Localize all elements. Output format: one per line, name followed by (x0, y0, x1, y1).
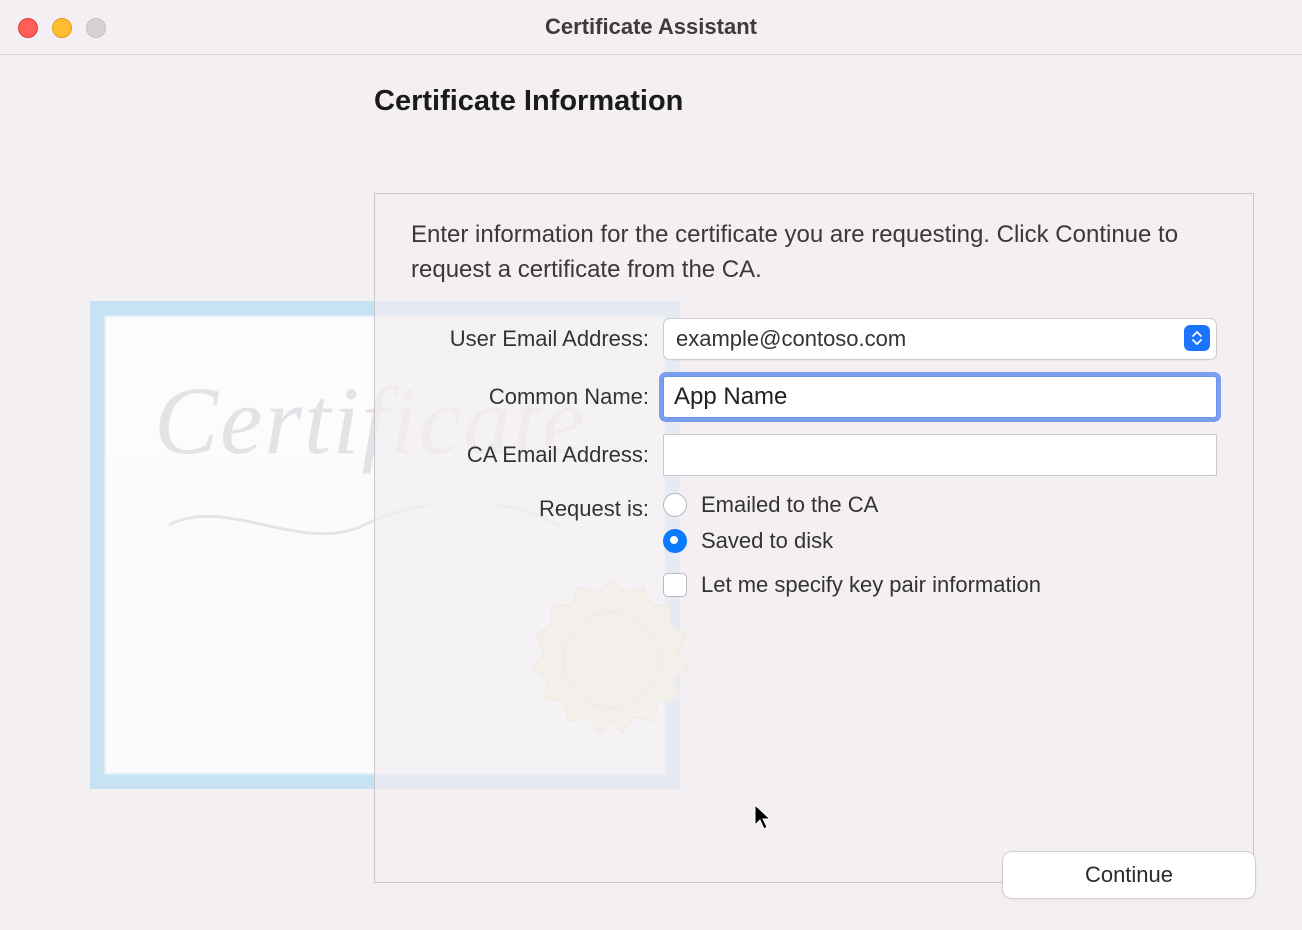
checkbox-keypair-row[interactable]: Let me specify key pair information (663, 572, 1217, 598)
ca-email-input[interactable] (663, 434, 1217, 476)
label-user-email: User Email Address: (411, 326, 663, 352)
titlebar: Certificate Assistant (0, 0, 1302, 55)
label-common-name: Common Name: (411, 384, 663, 410)
checkbox-keypair-label: Let me specify key pair information (701, 572, 1041, 598)
user-email-dropdown-button[interactable] (1184, 325, 1210, 351)
row-ca-email: CA Email Address: (411, 434, 1217, 476)
common-name-input[interactable] (663, 376, 1217, 418)
continue-button-label: Continue (1085, 862, 1173, 888)
form-panel: Enter information for the certificate yo… (374, 193, 1254, 883)
user-email-value: example@contoso.com (676, 326, 906, 352)
label-request-is: Request is: (411, 492, 663, 522)
intro-text: Enter information for the certificate yo… (411, 218, 1217, 288)
chevron-up-icon (1192, 331, 1202, 337)
radio-saved-to-disk[interactable]: Saved to disk (663, 528, 1217, 554)
row-request-is: Request is: Emailed to the CA Saved to d… (411, 492, 1217, 598)
radio-saved-indicator (663, 529, 687, 553)
label-ca-email: CA Email Address: (411, 442, 663, 468)
radio-emailed-indicator (663, 493, 687, 517)
row-user-email: User Email Address: example@contoso.com (411, 318, 1217, 360)
close-window-button[interactable] (18, 18, 38, 38)
checkbox-keypair-indicator (663, 573, 687, 597)
row-common-name: Common Name: (411, 376, 1217, 418)
radio-saved-label: Saved to disk (701, 528, 833, 554)
user-email-combobox[interactable]: example@contoso.com (663, 318, 1217, 360)
continue-button[interactable]: Continue (1002, 851, 1256, 899)
window-title: Certificate Assistant (0, 14, 1302, 40)
zoom-window-button-disabled (86, 18, 106, 38)
minimize-window-button[interactable] (52, 18, 72, 38)
page-title: Certificate Information (374, 85, 1256, 118)
radio-emailed-label: Emailed to the CA (701, 492, 878, 518)
content-area: Certificate Certificate Information Ente… (0, 55, 1302, 930)
certificate-assistant-window: Certificate Assistant Certificate Certif… (0, 0, 1302, 930)
window-controls (18, 18, 106, 38)
chevron-down-icon (1192, 339, 1202, 345)
radio-emailed-to-ca[interactable]: Emailed to the CA (663, 492, 1217, 518)
